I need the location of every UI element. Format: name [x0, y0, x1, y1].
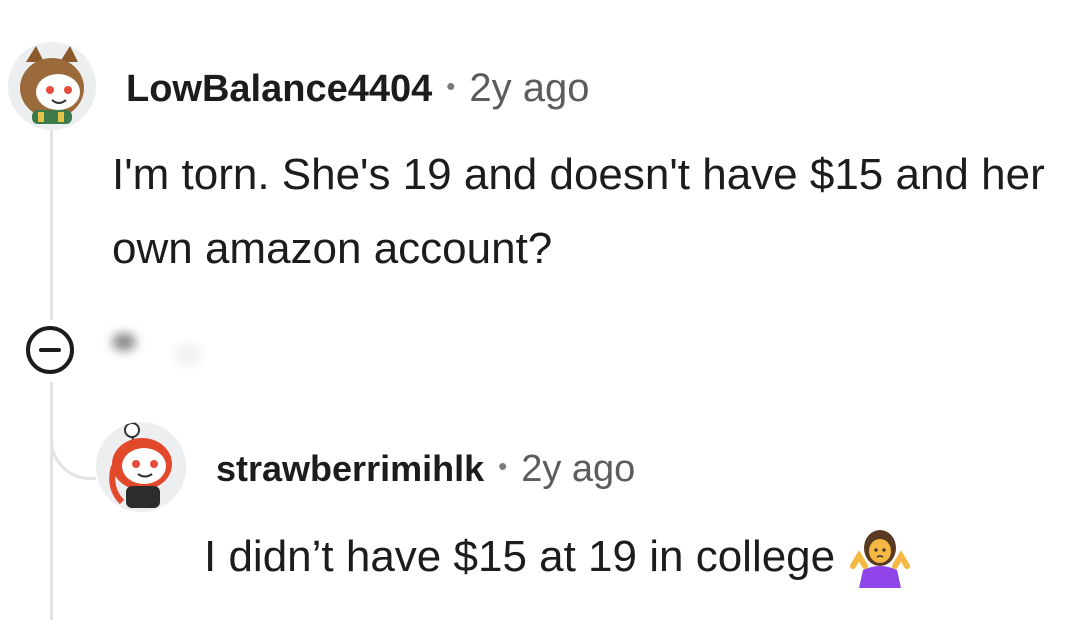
username[interactable]: LowBalance4404 — [126, 68, 432, 111]
avatar[interactable] — [96, 422, 186, 512]
meta-separator: • — [446, 71, 456, 101]
thread-line — [50, 130, 53, 320]
minus-circle-icon — [39, 348, 61, 352]
comment-meta: LowBalance4404 • 2y ago — [126, 66, 589, 111]
owl-snoo-avatar-icon — [8, 42, 96, 130]
username[interactable]: strawberrimihlk — [216, 448, 484, 490]
comment-body: I'm torn. She's 19 and doesn't have $15 … — [112, 150, 1045, 273]
comment-body-text: I didn’t have $15 at 19 in college — [204, 532, 836, 581]
timestamp[interactable]: 2y ago — [469, 66, 589, 111]
red-hair-snoo-avatar-icon — [96, 422, 186, 512]
collapse-thread-button[interactable] — [26, 326, 74, 374]
meta-separator: • — [498, 451, 508, 481]
reply-connector — [50, 400, 96, 480]
comment-body: I didn’t have $15 at 19 in college — [204, 520, 1064, 594]
blurred-overlay — [112, 333, 202, 364]
avatar[interactable] — [8, 42, 96, 130]
comment-meta: strawberrimihlk • 2y ago — [216, 448, 635, 491]
timestamp[interactable]: 2y ago — [521, 448, 635, 491]
person-shrugging-emoji-icon — [850, 530, 911, 588]
